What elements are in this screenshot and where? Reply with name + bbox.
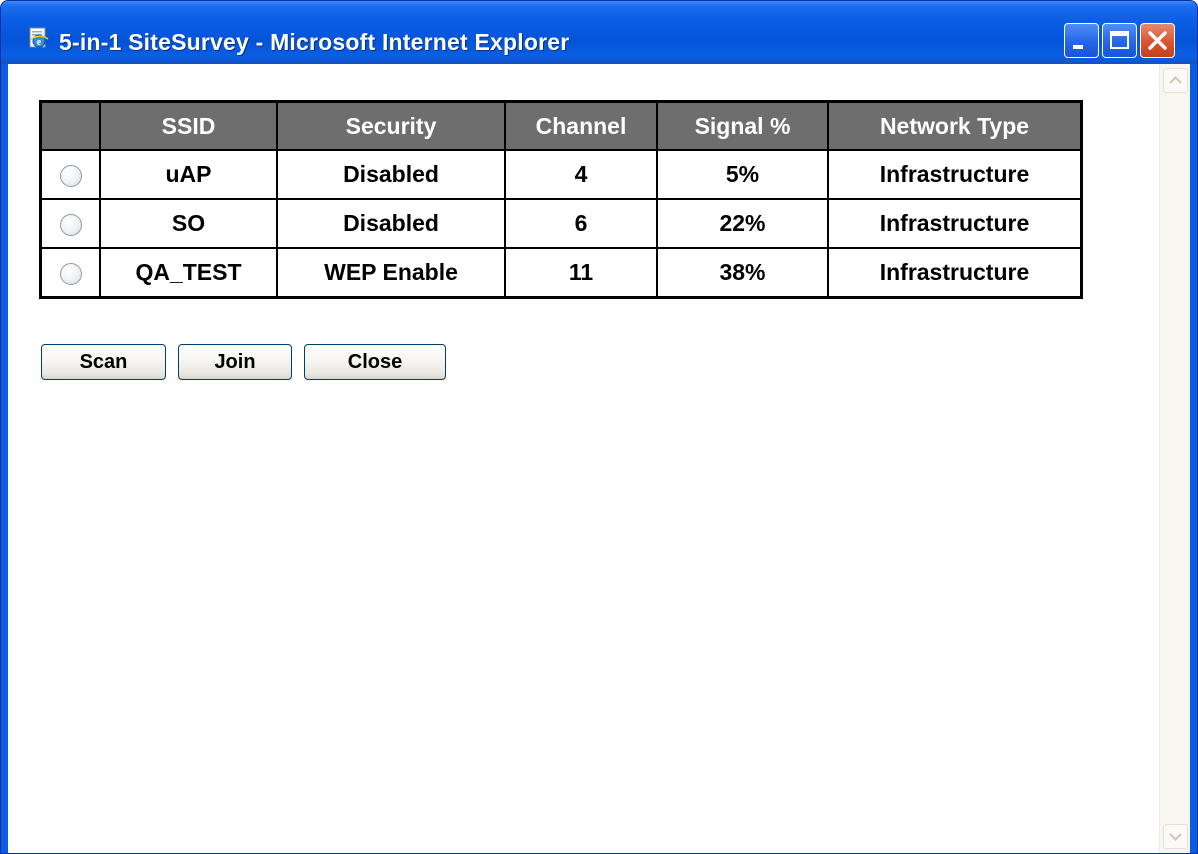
maximize-icon (1110, 31, 1129, 49)
ssid-cell: SO (99, 198, 278, 249)
svg-text:e: e (37, 37, 42, 48)
chevron-down-icon (1169, 833, 1182, 841)
table-header-row: SSID Security Channel Signal % Network T… (39, 100, 1083, 151)
vertical-scrollbar[interactable] (1159, 64, 1190, 853)
network-type-cell: Infrastructure (827, 198, 1083, 249)
close-button[interactable]: Close (304, 344, 446, 380)
row-select-cell (39, 198, 101, 249)
channel-cell: 6 (504, 198, 658, 249)
minimize-button[interactable] (1064, 23, 1099, 58)
close-icon (1148, 31, 1167, 50)
security-cell: Disabled (276, 198, 506, 249)
header-signal: Signal % (656, 100, 829, 151)
network-type-cell: Infrastructure (827, 247, 1083, 299)
row-select-cell (39, 247, 101, 299)
window-title: 5-in-1 SiteSurvey - Microsoft Internet E… (59, 29, 570, 55)
header-ssid: SSID (99, 100, 278, 151)
header-channel: Channel (504, 100, 658, 151)
join-button[interactable]: Join (178, 344, 292, 380)
minimize-icon (1073, 45, 1083, 49)
scan-button[interactable]: Scan (41, 344, 166, 380)
close-window-button[interactable] (1140, 23, 1175, 58)
ssid-cell: uAP (99, 149, 278, 200)
header-select (39, 100, 101, 151)
channel-cell: 4 (504, 149, 658, 200)
table-row: uAP Disabled 4 5% Infrastructure (39, 149, 1083, 200)
header-security: Security (276, 100, 506, 151)
table-row: QA_TEST WEP Enable 11 38% Infrastructure (39, 247, 1083, 299)
channel-cell: 11 (504, 247, 658, 299)
network-radio-button[interactable] (59, 213, 82, 236)
site-survey-table: SSID Security Channel Signal % Network T… (39, 100, 1083, 299)
row-select-cell (39, 149, 101, 200)
signal-cell: 38% (656, 247, 829, 299)
scroll-down-button[interactable] (1163, 824, 1188, 849)
table-row: SO Disabled 6 22% Infrastructure (39, 198, 1083, 249)
signal-cell: 22% (656, 198, 829, 249)
network-type-cell: Infrastructure (827, 149, 1083, 200)
ie-window: e 5-in-1 SiteSurvey - Microsoft Internet… (0, 0, 1198, 854)
ie-page-icon: e (27, 27, 49, 49)
maximize-button[interactable] (1102, 23, 1137, 58)
network-radio-button[interactable] (59, 262, 82, 285)
network-radio-button[interactable] (59, 164, 82, 187)
scroll-up-button[interactable] (1163, 68, 1188, 93)
ssid-cell: QA_TEST (99, 247, 278, 299)
security-cell: WEP Enable (276, 247, 506, 299)
header-network-type: Network Type (827, 100, 1083, 151)
page-content: SSID Security Channel Signal % Network T… (8, 64, 1190, 853)
chevron-up-icon (1169, 76, 1182, 84)
title-bar[interactable]: e 5-in-1 SiteSurvey - Microsoft Internet… (1, 1, 1197, 64)
signal-cell: 5% (656, 149, 829, 200)
security-cell: Disabled (276, 149, 506, 200)
